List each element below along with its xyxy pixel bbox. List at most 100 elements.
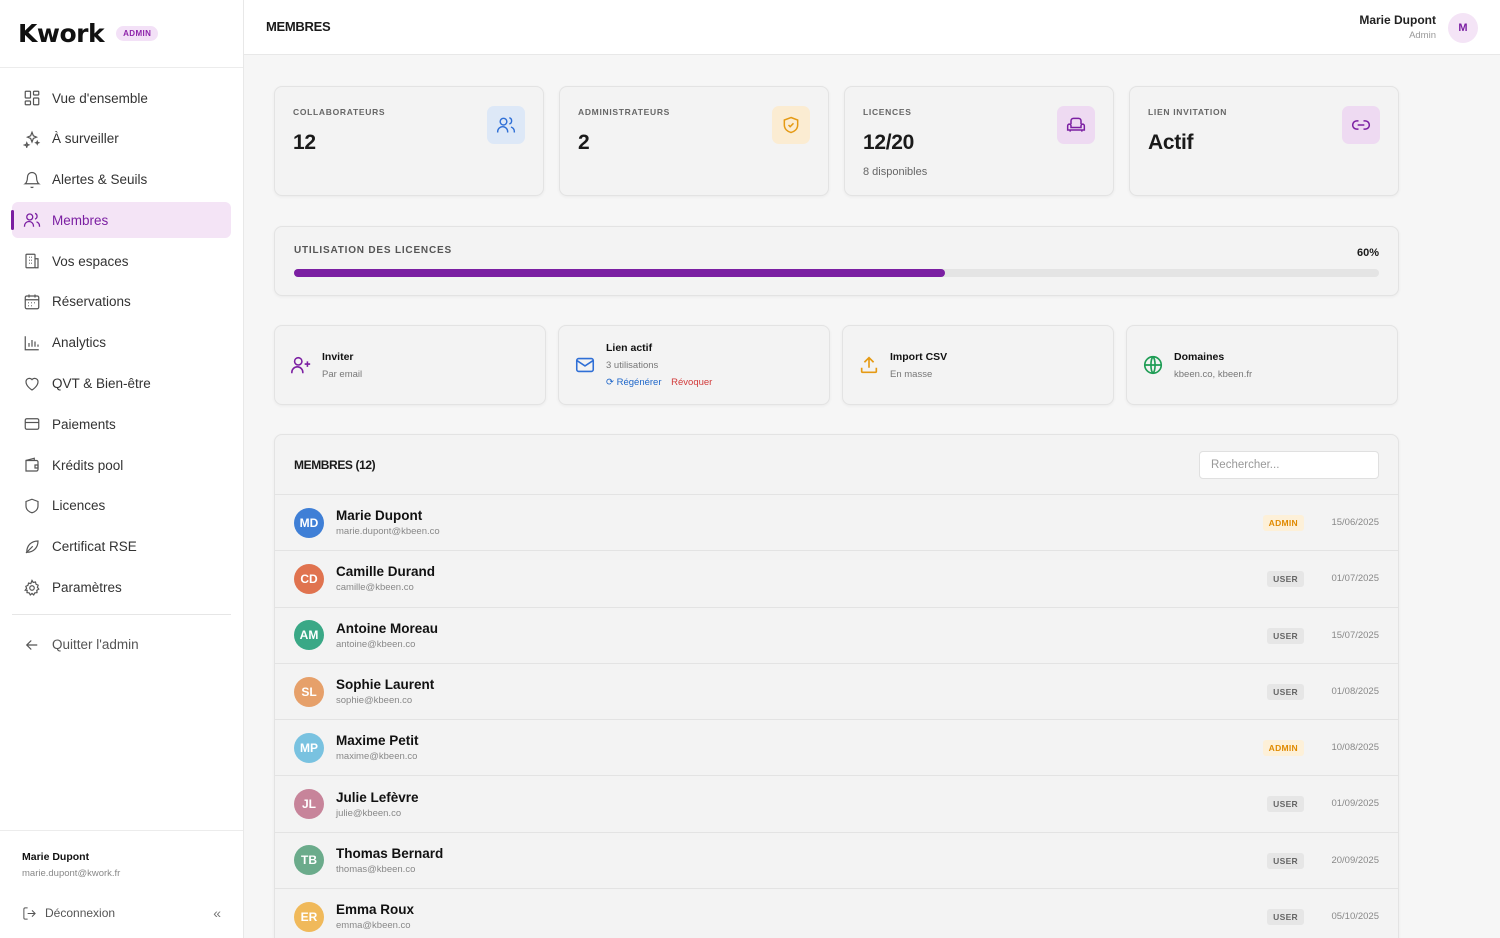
member-name: Thomas Bernard bbox=[336, 845, 444, 861]
table-row[interactable]: ER Emma Roux emma@kbeen.co USER 05/10/2025 bbox=[275, 889, 1398, 938]
member-name: Julie Lefèvre bbox=[336, 789, 419, 805]
refresh-icon: ⟳ bbox=[606, 377, 614, 388]
sidebar-item-reservations[interactable]: Réservations bbox=[12, 284, 231, 320]
table-row[interactable]: AM Antoine Moreau antoine@kbeen.co USER 15/0… bbox=[275, 608, 1398, 664]
header-user-name: Marie Dupont bbox=[1359, 13, 1436, 27]
sparkle-icon bbox=[23, 130, 41, 148]
sidebar-item-vos-espaces[interactable]: Vos espaces bbox=[12, 243, 231, 279]
bar-chart-icon bbox=[23, 334, 41, 352]
sidebar-item-vue-ensemble[interactable]: Vue d'ensemble bbox=[12, 80, 231, 116]
topbar: MEMBRES Marie Dupont Admin M bbox=[244, 0, 1500, 55]
search-input[interactable] bbox=[1199, 451, 1379, 479]
member-name: Sophie Laurent bbox=[336, 677, 435, 693]
license-usage-card: UTILISATION DES LICENCES 60% bbox=[274, 226, 1399, 296]
member-date: 05/10/2025 bbox=[1331, 911, 1379, 923]
usage-label: UTILISATION DES LICENCES bbox=[294, 245, 452, 256]
active-link-title: Lien actif bbox=[606, 342, 653, 354]
role-badge: USER bbox=[1267, 683, 1304, 700]
member-avatar: MP bbox=[294, 732, 324, 763]
gear-icon bbox=[23, 578, 41, 597]
sidebar-item-label: À surveiller bbox=[52, 131, 119, 147]
mail-icon bbox=[574, 354, 596, 376]
footer-user-name: Marie Dupont bbox=[22, 851, 90, 863]
member-email: antoine@kbeen.co bbox=[336, 638, 416, 650]
regenerate-link-button[interactable]: ⟳ Régénérer bbox=[606, 377, 662, 388]
sidebar-item-a-surveiller[interactable]: À surveiller bbox=[12, 121, 231, 157]
building-icon bbox=[23, 252, 41, 270]
table-row[interactable]: CD Camille Durand camille@kbeen.co USER 01/0… bbox=[275, 551, 1398, 608]
users-icon bbox=[487, 106, 525, 144]
member-date: 20/09/2025 bbox=[1331, 854, 1379, 866]
shield-check-icon bbox=[772, 106, 810, 144]
sidebar-item-label: Krédits pool bbox=[52, 457, 124, 473]
import-csv-card[interactable]: Import CSV En masse bbox=[842, 325, 1114, 405]
sidebar-item-parametres[interactable]: Paramètres bbox=[12, 570, 231, 606]
kwork-logo[interactable]: Kwork bbox=[18, 19, 105, 48]
sidebar-item-label: Membres bbox=[52, 212, 109, 228]
sidebar-item-analytics[interactable]: Analytics bbox=[12, 325, 231, 361]
sidebar-item-qvt[interactable]: QVT & Bien-être bbox=[12, 366, 231, 402]
logout-button[interactable]: Déconnexion « bbox=[22, 905, 221, 921]
logout-label: Déconnexion bbox=[45, 906, 116, 920]
revoke-link-button[interactable]: Révoquer bbox=[671, 377, 712, 388]
role-badge: USER bbox=[1267, 852, 1304, 869]
wallet-icon bbox=[23, 456, 41, 474]
sidebar-item-kredits[interactable]: Krédits pool bbox=[12, 447, 231, 483]
member-name: Antoine Moreau bbox=[336, 620, 439, 636]
member-name: Emma Roux bbox=[336, 902, 415, 918]
members-table-title: MEMBRES (12) bbox=[294, 458, 376, 472]
regenerate-label: Régénérer bbox=[616, 377, 662, 388]
table-row[interactable]: MP Maxime Petit maxime@kbeen.co ADMIN 10/08/… bbox=[275, 720, 1398, 777]
sidebar-item-label: Vos espaces bbox=[52, 253, 129, 269]
sidebar: Kwork ADMIN Vue d'ensemble À surveiller … bbox=[0, 0, 244, 938]
sidebar-item-label: Paramètres bbox=[52, 580, 122, 596]
role-badge: USER bbox=[1267, 796, 1304, 813]
upload-icon bbox=[858, 354, 880, 376]
sidebar-item-membres[interactable]: Membres bbox=[11, 202, 231, 239]
stat-card-collaborateurs: COLLABORATEURS 12 bbox=[274, 86, 544, 196]
calendar-icon bbox=[23, 293, 41, 311]
globe-icon bbox=[1142, 354, 1164, 376]
stat-card-lien-invitation: LIEN INVITATION Actif bbox=[1129, 86, 1399, 196]
domains-card[interactable]: Domaines kbeen.co, kbeen.fr bbox=[1126, 325, 1398, 405]
stat-sub: 8 disponibles bbox=[863, 166, 928, 178]
heart-icon bbox=[23, 375, 41, 393]
table-row[interactable]: JL Julie Lefèvre julie@kbeen.co USER 01/09/2… bbox=[275, 776, 1398, 833]
member-date: 15/06/2025 bbox=[1331, 517, 1379, 528]
sidebar-item-licences[interactable]: Licences bbox=[12, 488, 231, 524]
member-avatar: AM bbox=[294, 620, 324, 651]
sidebar-item-paiements[interactable]: Paiements bbox=[12, 406, 231, 442]
header-user-role: Admin bbox=[1409, 30, 1436, 41]
domains-list: kbeen.co, kbeen.fr bbox=[1174, 368, 1253, 380]
sidebar-item-alertes[interactable]: Alertes & Seuils bbox=[12, 162, 231, 198]
table-row[interactable]: TB Thomas Bernard thomas@kbeen.co USER 20/09… bbox=[275, 833, 1398, 890]
member-email: maxime@kbeen.co bbox=[336, 751, 418, 763]
invite-sub: Par email bbox=[322, 368, 363, 380]
sidebar-item-label: Vue d'ensemble bbox=[52, 90, 148, 106]
leaf-icon bbox=[23, 538, 41, 556]
invite-action-card[interactable]: Inviter Par email bbox=[274, 325, 546, 405]
usage-percent: 60% bbox=[1356, 247, 1379, 259]
quit-admin-link[interactable]: Quitter l'admin bbox=[12, 627, 231, 663]
member-avatar: MD bbox=[294, 507, 324, 538]
member-email: emma@kbeen.co bbox=[336, 920, 411, 932]
member-email: julie@kbeen.co bbox=[336, 807, 402, 819]
collapse-sidebar-icon[interactable]: « bbox=[213, 905, 221, 921]
usage-progress-bar bbox=[294, 269, 1379, 277]
user-menu[interactable]: Marie Dupont Admin bbox=[1359, 13, 1436, 41]
member-date: 01/09/2025 bbox=[1331, 798, 1379, 810]
avatar[interactable]: M bbox=[1448, 13, 1478, 43]
member-avatar: SL bbox=[294, 676, 324, 707]
import-csv-sub: En masse bbox=[890, 368, 933, 380]
grid-icon bbox=[23, 89, 41, 107]
sidebar-footer: Marie Dupont marie.dupont@kwork.fr Décon… bbox=[0, 830, 243, 938]
members-list: MD Marie Dupont marie.dupont@kbeen.co ADMIN… bbox=[275, 495, 1398, 938]
sidebar-item-label: Analytics bbox=[52, 335, 107, 351]
sidebar-item-certificat-rse[interactable]: Certificat RSE bbox=[12, 529, 231, 565]
table-row[interactable]: SL Sophie Laurent sophie@kbeen.co USER 01/08… bbox=[275, 664, 1398, 721]
invite-title: Inviter bbox=[322, 350, 354, 363]
member-name: Maxime Petit bbox=[336, 733, 419, 749]
table-row[interactable]: MD Marie Dupont marie.dupont@kbeen.co ADMIN… bbox=[275, 495, 1398, 552]
member-email: thomas@kbeen.co bbox=[336, 863, 416, 875]
usage-progress-fill bbox=[294, 269, 945, 277]
